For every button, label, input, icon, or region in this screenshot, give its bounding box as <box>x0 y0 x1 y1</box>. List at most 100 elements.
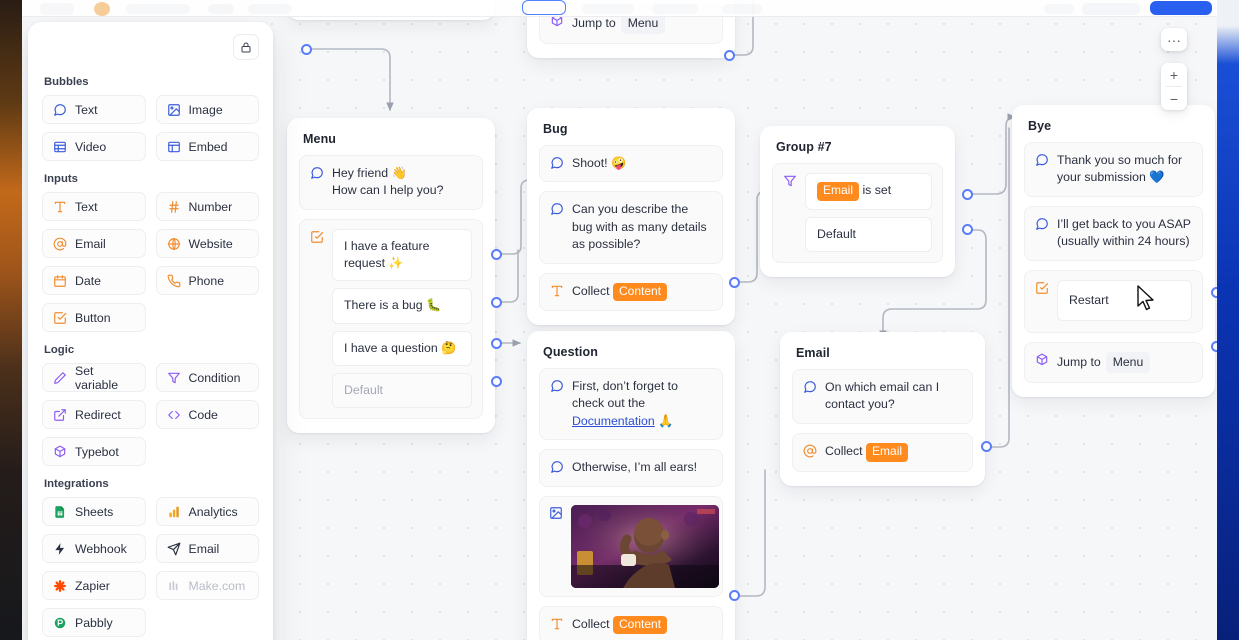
google-sheets-icon <box>55 506 65 518</box>
group-seven[interactable]: Group #7 Email is set Default <box>760 126 955 277</box>
group-email[interactable]: Email On which email can I contact you? … <box>780 332 985 486</box>
palette-item-label: Pabbly <box>75 615 113 630</box>
group-menu[interactable]: Menu Hey friend 👋 How can I help you? I … <box>287 118 495 433</box>
block-email-collect[interactable]: Collect Email <box>792 432 973 472</box>
palette-item-image[interactable]: Image <box>155 95 259 124</box>
block-condition[interactable]: Email is set Default <box>772 163 943 263</box>
question-image-thumbnail[interactable] <box>571 504 719 588</box>
palette-item-pabbly[interactable]: Pabbly <box>42 608 146 637</box>
block-bug-bubble-1[interactable]: Shoot! 🤪 <box>539 145 723 183</box>
group-bye[interactable]: Bye Thank you so much for your submissio… <box>1012 105 1215 398</box>
message-square-icon <box>1036 218 1048 230</box>
palette-item-label: Code <box>188 407 218 422</box>
block-question-image[interactable] <box>539 495 723 597</box>
condition-branch[interactable]: Email is set <box>805 173 932 210</box>
connector-out-menu-choice-3[interactable] <box>491 338 502 349</box>
make-com-icon <box>168 581 177 591</box>
palette-item-condition[interactable]: Condition <box>155 363 259 392</box>
group-question[interactable]: Question First, don’t forget to check ou… <box>527 331 735 640</box>
palette-item-set-variable[interactable]: Set variable <box>42 363 146 392</box>
menu-choice-item[interactable]: I have a feature request ✨ <box>332 228 472 282</box>
bye-restart-button[interactable]: Restart <box>1057 279 1192 322</box>
block-email-bubble[interactable]: On which email can I contact you? <box>792 369 973 424</box>
zoom-in-button[interactable]: + <box>1161 63 1187 86</box>
palette-item-date[interactable]: Date <box>42 266 146 295</box>
palette-item-webhook[interactable]: Webhook <box>42 534 146 563</box>
palette-item-website[interactable]: Website <box>155 229 259 258</box>
menu-choice-item[interactable]: There is a bug 🐛 <box>332 288 472 324</box>
palette-item-text[interactable]: Text <box>42 192 146 221</box>
palette-item-label: Webhook <box>75 541 127 556</box>
external-link-icon <box>54 409 66 421</box>
message-square-icon <box>551 203 563 216</box>
connector-out-group7-default[interactable] <box>962 224 973 235</box>
palette-item-embed[interactable]: Embed <box>155 132 259 161</box>
text-type-icon <box>551 618 563 630</box>
image-icon <box>550 506 562 519</box>
canvas-more-menu[interactable]: ··· <box>1161 28 1187 51</box>
palette-section-title: Logic <box>44 344 75 356</box>
block-bye-bubble-2[interactable]: I’ll get back to you ASAP (usually withi… <box>1024 205 1203 261</box>
menu-bubble-line1: Hey friend 👋 <box>332 166 407 180</box>
block-question-bubble-1[interactable]: First, don’t forget to check out the Doc… <box>539 368 723 441</box>
connector-out-group7-branch[interactable] <box>962 189 973 200</box>
block-bug-bubble-2[interactable]: Can you describe the bug with as many de… <box>539 191 723 264</box>
connector-out-menu-choice-2[interactable] <box>491 297 502 308</box>
group-question-title: Question <box>543 345 598 359</box>
zoom-out-button[interactable]: − <box>1161 87 1187 110</box>
block-question-collect[interactable]: Collect Content <box>539 605 723 640</box>
block-question-bubble-2[interactable]: Otherwise, I’m all ears! <box>539 449 723 487</box>
more-options-icon[interactable]: ··· <box>1161 28 1187 51</box>
video-grid-icon <box>54 141 66 153</box>
canvas-zoom-controls[interactable]: + − <box>1161 63 1187 110</box>
menu-choice-item[interactable]: I have a question 🤔 <box>332 330 472 366</box>
palette-item-email[interactable]: Email <box>155 534 259 563</box>
connector-out-menu-choice-1[interactable] <box>491 249 502 260</box>
block-bye-bubble-1[interactable]: Thank you so much for your submission 💙 <box>1024 142 1203 197</box>
palette-item-email[interactable]: Email <box>42 229 146 258</box>
connector-out-email[interactable] <box>981 441 992 452</box>
google-analytics-icon <box>168 506 179 518</box>
palette-item-video[interactable]: Video <box>42 132 146 161</box>
block-bye-jump[interactable]: Jump to Menu <box>1024 342 1203 384</box>
palette-item-label: Website <box>188 236 233 251</box>
palette-item-label: Typebot <box>75 444 119 459</box>
group-seven-title: Group #7 <box>776 140 832 154</box>
typebot-cube-icon <box>1036 353 1048 366</box>
block-bug-collect[interactable]: Collect Content <box>539 272 723 312</box>
block-bye-bubble-2-text: I’ll get back to you ASAP (usually withi… <box>1057 216 1191 249</box>
palette-header <box>42 34 259 62</box>
group-bug[interactable]: Bug Shoot! 🤪 Can you describe the bug wi… <box>527 108 735 326</box>
block-bye-buttons[interactable]: Restart <box>1024 269 1203 334</box>
block-question-bubble-1-text: First, don’t forget to check out the Doc… <box>572 378 712 430</box>
palette-item-sheets[interactable]: Sheets <box>42 497 146 526</box>
palette-item-phone[interactable]: Phone <box>155 266 259 295</box>
documentation-link[interactable]: Documentation <box>572 414 655 428</box>
block-menu-buttons[interactable]: I have a feature request ✨ There is a bu… <box>299 218 483 419</box>
palette-item-button[interactable]: Button <box>42 303 146 332</box>
palette-item-label: Make.com <box>188 578 246 593</box>
connector-out-bug[interactable] <box>729 277 740 288</box>
palette-item-zapier[interactable]: Zapier <box>42 571 146 600</box>
group-menu-title: Menu <box>303 132 337 146</box>
palette-body: Bubbles Text Image Video Embed Inputs Text Numb… <box>42 76 259 637</box>
jump-label: Jump to <box>572 16 616 30</box>
palette-item-typebot[interactable]: Typebot <box>42 437 146 466</box>
connector-out-question[interactable] <box>729 590 740 601</box>
connector-out-top-partial[interactable] <box>724 50 735 61</box>
group-bug-title: Bug <box>543 122 568 136</box>
lock-panel-button[interactable] <box>233 34 259 60</box>
connector-in-menu[interactable] <box>301 44 312 55</box>
connector-out-menu-default[interactable] <box>491 376 502 387</box>
palette-item-code[interactable]: Code <box>155 400 259 429</box>
palette-item-number[interactable]: Number <box>155 192 259 221</box>
palette-item-analytics[interactable]: Analytics <box>155 497 259 526</box>
block-menu-bubble[interactable]: Hey friend 👋 How can I help you? <box>299 155 483 210</box>
palette-item-text[interactable]: Text <box>42 95 146 124</box>
condition-default-branch[interactable]: Default <box>805 216 932 252</box>
palette-item-redirect[interactable]: Redirect <box>42 400 146 429</box>
menu-default-choice[interactable]: Default <box>332 372 472 408</box>
check-square-icon <box>1036 281 1049 294</box>
palette-section-grid: Set variable Condition Redirect Code Typebot <box>42 363 259 466</box>
blocks-palette-panel[interactable]: Bubbles Text Image Video Embed Inputs Text Numb… <box>28 22 273 640</box>
